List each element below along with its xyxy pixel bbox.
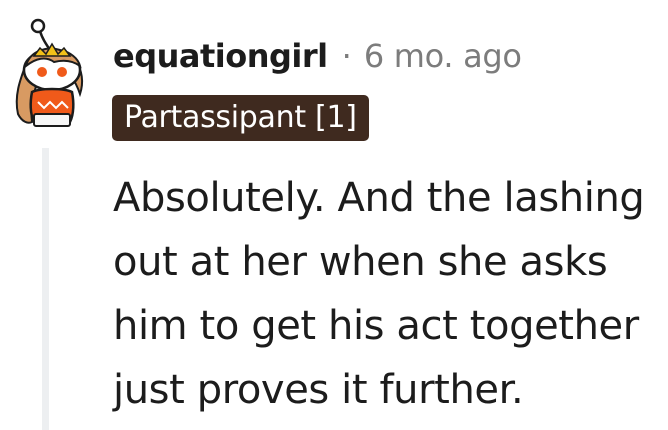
- book: [33, 113, 71, 127]
- comment-meta: equationgirl · 6 mo. ago: [113, 32, 522, 80]
- eye-right: [57, 67, 67, 77]
- user-flair-badge: Partassipant [1]: [112, 95, 369, 141]
- username-link[interactable]: equationgirl: [113, 37, 328, 75]
- comment: equationgirl · 6 mo. ago Partassipant [1…: [0, 0, 668, 430]
- antenna-stem: [38, 30, 52, 51]
- eye-left: [37, 67, 47, 77]
- antenna-ball: [30, 18, 46, 34]
- meta-separator: ·: [341, 37, 352, 75]
- comment-body: Absolutely. And the lashing out at her w…: [113, 175, 645, 413]
- thread-collapse-line[interactable]: [42, 148, 49, 430]
- timestamp-link[interactable]: 6 mo. ago: [364, 37, 522, 75]
- snoo-avatar-icon: [15, 18, 84, 127]
- tiara: [32, 42, 72, 57]
- avatar[interactable]: [4, 10, 100, 132]
